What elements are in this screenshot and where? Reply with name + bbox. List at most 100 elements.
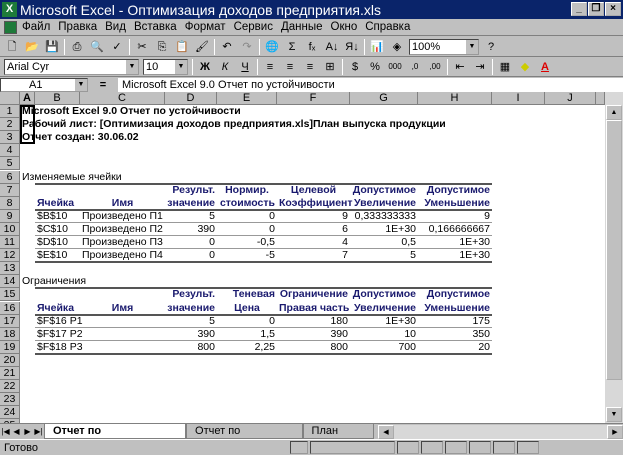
font-color-icon[interactable]: A	[537, 59, 553, 75]
sheet-tab[interactable]: Отчет по устойчивости 1	[44, 424, 187, 439]
cell-F15[interactable]: Ограничение	[277, 288, 350, 301]
cell-G10[interactable]: 1E+30	[350, 223, 418, 236]
name-box[interactable]: A1 ▼	[0, 77, 88, 92]
cell-F9[interactable]: 9	[277, 210, 350, 223]
cell-F11[interactable]: 4	[277, 236, 350, 249]
underline-button[interactable]: Ч	[237, 59, 253, 75]
cell-B9[interactable]: $B$10	[35, 210, 69, 223]
cell-D11[interactable]: 0	[165, 236, 217, 249]
menu-item[interactable]: Справка	[365, 21, 410, 33]
cell-E11[interactable]: -0,5	[217, 236, 277, 249]
paste-icon[interactable]: 📋	[174, 39, 190, 55]
restore-button[interactable]: ❐	[588, 2, 604, 16]
cell-F16[interactable]: Правая часть	[277, 302, 350, 315]
save-icon[interactable]: 💾	[44, 39, 60, 55]
spelling-icon[interactable]: ✓	[109, 39, 125, 55]
align-right-icon[interactable]: ≡	[302, 59, 318, 75]
bold-button[interactable]: Ж	[197, 59, 213, 75]
autosum-icon[interactable]: Σ	[284, 39, 300, 55]
cell-A1[interactable]: Microsoft Excel 9.0 Отчет по устойчивост…	[20, 105, 243, 118]
row-header[interactable]: 16	[0, 301, 20, 315]
cell-B11[interactable]: $D$10	[35, 236, 70, 249]
cell-G7[interactable]: Допустимое	[350, 184, 418, 197]
first-sheet-icon[interactable]: |◀	[0, 427, 11, 436]
cell-H17[interactable]: 175	[418, 315, 492, 328]
cell-A2[interactable]: Рабочий лист: [Оптимизация доходов предп…	[20, 118, 448, 131]
sheet-tab[interactable]: План выпу(	[302, 424, 374, 439]
cell-G18[interactable]: 10	[350, 328, 418, 341]
cell-G15[interactable]: Допустимое	[350, 288, 418, 301]
cell-F18[interactable]: 390	[277, 328, 350, 341]
help-icon[interactable]: ?	[483, 39, 499, 55]
column-header[interactable]: E	[217, 92, 277, 105]
cell-G17[interactable]: 1E+30	[350, 315, 418, 328]
cell-D15[interactable]: Результ.	[165, 288, 217, 301]
row-header[interactable]: 20	[0, 353, 20, 367]
increase-decimal-icon[interactable]: ,0	[407, 59, 423, 75]
row-header[interactable]: 8	[0, 196, 20, 210]
cell-E9[interactable]: 0	[217, 210, 277, 223]
cell-A3[interactable]: Отчет создан: 30.06.02	[20, 131, 141, 144]
scroll-down-button[interactable]: ▼	[606, 407, 622, 422]
cell-E10[interactable]: 0	[217, 223, 277, 236]
formula-input[interactable]: Microsoft Excel 9.0 Отчет по устойчивост…	[118, 77, 623, 92]
cell-G8[interactable]: Увеличение	[350, 197, 418, 210]
equals-icon[interactable]: =	[88, 79, 118, 91]
cell-B16[interactable]: Ячейка	[35, 302, 76, 315]
preview-icon[interactable]: 🔍	[89, 39, 105, 55]
format-painter-icon[interactable]: 🖌	[194, 39, 210, 55]
minimize-button[interactable]: _	[571, 2, 587, 16]
cell-F12[interactable]: 7	[277, 249, 350, 262]
next-sheet-icon[interactable]: ▶	[22, 427, 33, 436]
cell-A14[interactable]: Ограничения	[20, 275, 88, 288]
cell-E7[interactable]: Нормир.	[217, 184, 277, 197]
row-header[interactable]: 18	[0, 327, 20, 341]
cell-F8[interactable]: Коэффициент	[277, 197, 353, 210]
percent-button[interactable]: %	[367, 59, 383, 75]
cell-D9[interactable]: 5	[165, 210, 217, 223]
font-size-select[interactable]: 10 ▼	[143, 58, 188, 75]
vertical-scrollbar[interactable]: ▲ ▼	[605, 92, 623, 423]
copy-icon[interactable]: ⎘	[154, 39, 170, 55]
cell-H9[interactable]: 9	[418, 210, 492, 223]
undo-icon[interactable]: ↶	[219, 39, 235, 55]
cell-E8[interactable]: стоимость	[217, 197, 277, 210]
column-header[interactable]: B	[35, 92, 80, 105]
cell-G11[interactable]: 0,5	[350, 236, 418, 249]
menu-item[interactable]: Сервис	[234, 21, 273, 33]
cell-C12[interactable]: Произведено П4	[80, 249, 165, 262]
cell-B10[interactable]: $C$10	[35, 223, 70, 236]
cell-C10[interactable]: Произведено П2	[80, 223, 165, 236]
row-header[interactable]: 12	[0, 249, 20, 263]
menu-item[interactable]: Формат	[185, 21, 226, 33]
cell-D12[interactable]: 0	[165, 249, 217, 262]
column-header[interactable]: F	[277, 92, 350, 105]
workbook-icon[interactable]	[4, 20, 17, 34]
print-icon[interactable]: ⎙	[69, 39, 85, 55]
cell-B8[interactable]: Ячейка	[35, 197, 76, 210]
cell-D17[interactable]: 5	[165, 315, 217, 328]
cell-E19[interactable]: 2,25	[217, 341, 277, 354]
cell-D18[interactable]: 390	[165, 328, 217, 341]
cell-F19[interactable]: 800	[277, 341, 350, 354]
column-header[interactable]: I	[492, 92, 545, 105]
cell-B18[interactable]: $F$17 P2	[35, 328, 85, 341]
cell-C11[interactable]: Произведено П3	[80, 236, 165, 249]
column-header[interactable]: A	[20, 92, 35, 105]
cell-D7[interactable]: Результ.	[165, 184, 217, 197]
cell-E18[interactable]: 1,5	[217, 328, 277, 341]
cell-B12[interactable]: $E$10	[35, 249, 69, 262]
decrease-indent-icon[interactable]: ⇤	[452, 59, 468, 75]
cell-G19[interactable]: 700	[350, 341, 418, 354]
redo-icon[interactable]: ↷	[239, 39, 255, 55]
column-header[interactable]: J	[545, 92, 596, 105]
cell-D8[interactable]: значение	[165, 197, 217, 210]
row-header[interactable]: 5	[0, 157, 20, 171]
cell-G12[interactable]: 5	[350, 249, 418, 262]
row-header[interactable]: 23	[0, 393, 20, 407]
row-header[interactable]: 2	[0, 118, 20, 132]
cell-E17[interactable]: 0	[217, 315, 277, 328]
cell-C8[interactable]: Имя	[80, 197, 165, 210]
row-header[interactable]: 7	[0, 183, 20, 197]
cell-E16[interactable]: Цена	[217, 302, 277, 315]
